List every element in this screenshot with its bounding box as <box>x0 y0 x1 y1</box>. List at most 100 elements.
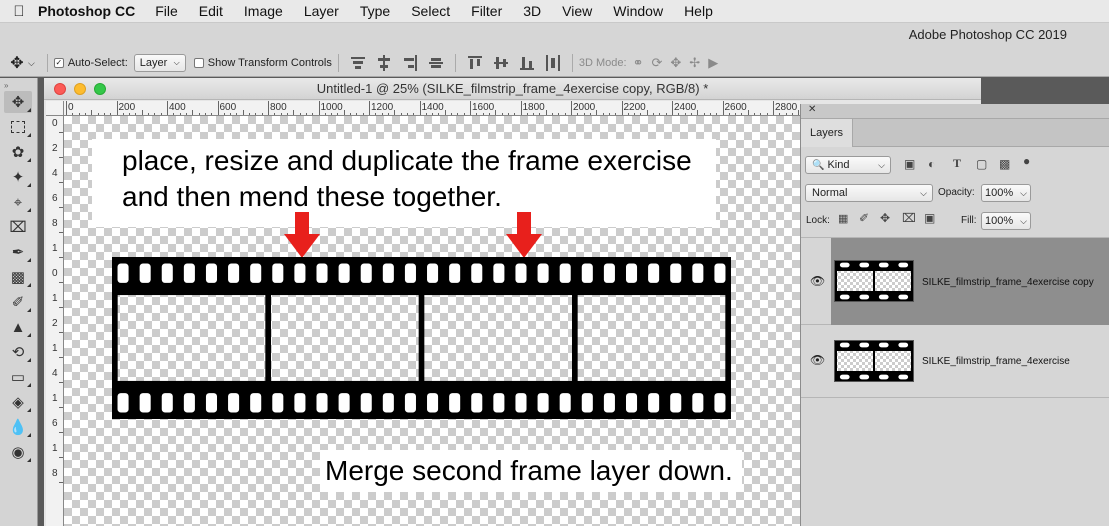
healing-brush-tool-button[interactable]: ▩ <box>4 266 32 288</box>
visibility-eye-icon[interactable]: 👁 <box>810 353 825 367</box>
ruler-tick-label: 4 <box>52 168 58 179</box>
clone-stamp-tool-button[interactable]: ▲ <box>4 316 32 338</box>
sprocket-hole <box>670 393 682 413</box>
dodge-tool-button[interactable]: ◉ <box>4 441 32 463</box>
3d-pan-icon[interactable]: ✥ <box>670 55 681 71</box>
marquee-tool-button[interactable] <box>4 116 32 138</box>
align-left-edges-icon[interactable] <box>428 55 444 71</box>
document-title-bar[interactable]: Untitled-1 @ 25% (SILKE_filmstrip_frame_… <box>44 78 981 100</box>
menu-help[interactable]: Help <box>684 3 713 19</box>
3d-orbit-icon[interactable]: ⚭ <box>633 55 644 71</box>
distribute-icon[interactable] <box>519 55 535 71</box>
align-horizontal-centers-icon[interactable] <box>467 55 483 71</box>
sprocket-hole <box>878 342 889 348</box>
filter-kind-dropdown[interactable]: 🔍 Kind ⌵ <box>805 156 891 174</box>
align-top-edges-icon[interactable] <box>350 55 366 71</box>
ruler-tick-label: 1000 <box>320 102 343 113</box>
auto-select-checkbox[interactable]: ✓ <box>53 58 64 68</box>
transform-controls-checkbox[interactable] <box>193 58 204 68</box>
smart-object-filter-icon[interactable]: ▩ <box>999 157 1010 171</box>
tool-preset-chevron-icon[interactable]: ⌵ <box>28 58 35 69</box>
app-menu[interactable]: Photoshop CC <box>38 3 135 19</box>
menu-3d[interactable]: 3D <box>523 3 541 19</box>
adjustment-filter-icon[interactable]: ◐ <box>928 157 935 171</box>
paint-bucket-tool-button[interactable]: ◈ <box>4 391 32 413</box>
sprocket-hole <box>250 263 262 283</box>
sprocket-hole <box>272 393 284 413</box>
toolbar-collapse-icon[interactable]: » <box>0 78 37 90</box>
layer-name[interactable]: SILKE_filmstrip_frame_4exercise <box>922 356 1070 367</box>
menu-type[interactable]: Type <box>360 3 390 19</box>
frame-tool-button[interactable]: ⌧ <box>4 216 32 238</box>
film-frame-window <box>837 271 873 291</box>
lasso-tool-button[interactable]: ✿ <box>4 141 32 163</box>
move-tool-icon[interactable]: ✥ <box>6 53 28 73</box>
canvas[interactable]: place, resize and duplicate the frame ex… <box>64 116 800 526</box>
sprocket-hole <box>427 393 439 413</box>
visibility-eye-icon[interactable]: 👁 <box>810 274 825 288</box>
search-icon: 🔍 <box>812 159 825 171</box>
ruler-tick-label: 0 <box>52 118 58 129</box>
ruler-tick <box>369 101 370 115</box>
lock-image-pixels-icon[interactable]: ✐ <box>859 211 869 225</box>
ruler-tick-label: 1 <box>52 443 58 454</box>
ruler-tick-label: 1 <box>52 343 58 354</box>
align-bottom-edges-icon[interactable] <box>402 55 418 71</box>
options-bar: Adobe Photoshop CC 2019 ✥ ⌵ ✓ Auto-Selec… <box>0 23 1109 77</box>
vertical-ruler[interactable]: 024681012141618 <box>46 116 64 526</box>
menu-window[interactable]: Window <box>613 3 663 19</box>
auto-select-dropdown[interactable]: Layer ⌵ <box>133 54 186 72</box>
magic-wand-tool-button[interactable]: ✦ <box>4 166 32 188</box>
lock-position-icon[interactable]: ✥ <box>880 211 890 225</box>
3d-scale-icon[interactable]: ▶ <box>708 55 718 71</box>
horizontal-ruler[interactable]: 0 200 400 600 800 1000 1200 1400 1600 1800 2000 220… <box>64 101 800 116</box>
lock-all-icon[interactable]: ▣ <box>924 211 935 225</box>
eraser-tool-button[interactable]: ▭ <box>4 366 32 388</box>
sprocket-hole <box>648 263 660 283</box>
crop-tool-button[interactable]: ⌖ <box>4 191 32 213</box>
filter-toggle-icon[interactable]: ● <box>1023 154 1030 168</box>
sprocket-hole <box>537 263 549 283</box>
layer-name[interactable]: SILKE_filmstrip_frame_4exercise copy <box>922 277 1094 288</box>
tab-layers[interactable]: Layers <box>801 119 853 147</box>
sprocket-hole <box>714 393 726 413</box>
brush-tool-button[interactable]: ✐ <box>4 291 32 313</box>
ruler-tick-label: 2600 <box>724 102 747 113</box>
3d-roll-icon[interactable]: ⟳ <box>651 55 662 71</box>
blur-icon: 💧 <box>8 419 28 436</box>
distribute-spacing-icon[interactable] <box>545 55 561 71</box>
ruler-origin[interactable] <box>46 101 64 116</box>
shape-filter-icon[interactable]: ▢ <box>976 157 987 171</box>
menu-edit[interactable]: Edit <box>199 3 223 19</box>
opacity-field[interactable]: 100% ⌵ <box>981 184 1031 202</box>
layer-row-original[interactable]: 👁 SILKE_filmstrip_frame_4exercise <box>801 326 1109 398</box>
image-filter-icon[interactable]: ▣ <box>904 157 915 171</box>
blur-tool-button[interactable]: 💧 <box>4 416 32 438</box>
blend-mode-dropdown[interactable]: Normal ⌵ <box>805 184 933 202</box>
apple-icon[interactable]:  <box>0 3 38 20</box>
layer-row-copy[interactable]: 👁 SILKE_filmstrip_frame_4exercise copy <box>801 237 1109 325</box>
eyedropper-tool-button[interactable]: ✒ <box>4 241 32 263</box>
film-frame-window <box>875 271 911 291</box>
menu-layer[interactable]: Layer <box>304 3 339 19</box>
sprocket-hole <box>183 263 195 283</box>
3d-slide-icon[interactable]: ✢ <box>689 55 700 71</box>
menu-select[interactable]: Select <box>411 3 450 19</box>
lock-artboard-icon[interactable]: ⌧ <box>902 211 916 225</box>
menu-image[interactable]: Image <box>244 3 283 19</box>
close-icon[interactable]: ✕ <box>808 104 816 115</box>
align-vertical-centers-icon[interactable] <box>376 55 392 71</box>
menu-file[interactable]: File <box>155 3 178 19</box>
lock-transparent-pixels-icon[interactable]: ▦ <box>838 212 848 225</box>
type-filter-icon[interactable]: T <box>953 156 961 171</box>
ruler-tick <box>116 101 118 115</box>
fill-field[interactable]: 100% ⌵ <box>981 212 1031 230</box>
history-brush-tool-button[interactable]: ⟲ <box>4 341 32 363</box>
sprocket-hole <box>625 393 638 413</box>
menu-filter[interactable]: Filter <box>471 3 502 19</box>
ruler-tick <box>672 101 673 115</box>
menu-view[interactable]: View <box>562 3 592 19</box>
align-right-edges-icon[interactable] <box>493 55 509 71</box>
move-tool-button[interactable]: ✥ <box>4 91 32 113</box>
sprocket-hole <box>205 263 218 283</box>
